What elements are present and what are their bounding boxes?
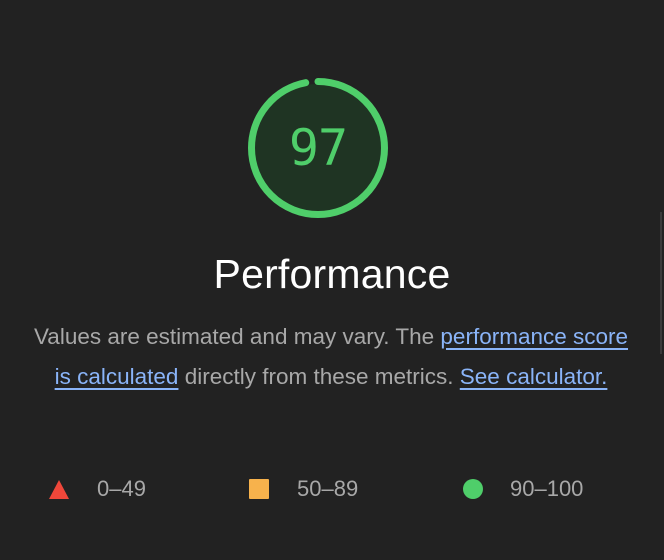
description-text-middle: directly from these metrics. (178, 364, 460, 389)
triangle-icon (49, 479, 69, 499)
score-gauge[interactable]: 97 (246, 76, 390, 220)
scrollbar[interactable] (660, 212, 662, 354)
performance-panel: 97 Performance Values are estimated and … (0, 0, 664, 560)
category-description: Values are estimated and may vary. The p… (28, 317, 634, 397)
legend-item-average: 50–89 (249, 474, 358, 504)
legend-label-pass: 90–100 (510, 476, 584, 501)
legend-label-average: 50–89 (297, 476, 359, 501)
see-calculator-link[interactable]: See calculator. (460, 364, 608, 389)
description-text-before: Values are estimated and may vary. The (33, 324, 441, 349)
legend-item-pass: 90–100 (463, 474, 583, 504)
legend-label-fail: 0–49 (97, 476, 146, 501)
circle-icon (463, 479, 483, 499)
legend-item-fail: 0–49 (49, 474, 146, 504)
category-title: Performance (213, 251, 451, 297)
square-icon (249, 479, 269, 499)
score-value: 97 (288, 119, 348, 177)
